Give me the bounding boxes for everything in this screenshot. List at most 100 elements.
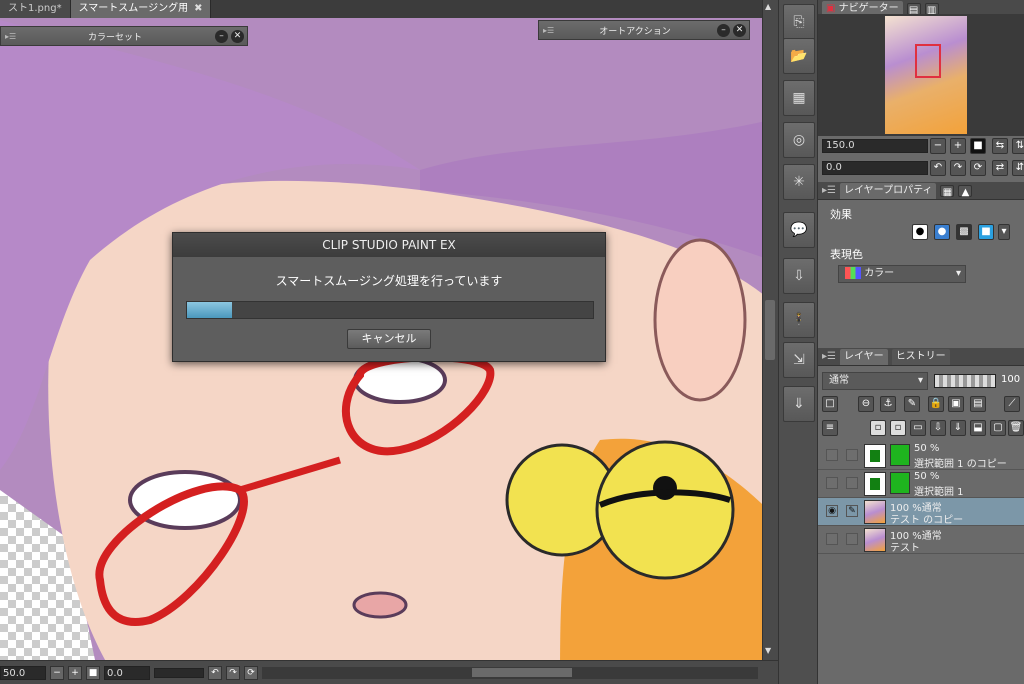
- effect-icon[interactable]: ✳: [783, 164, 815, 200]
- zoom-out-icon[interactable]: −: [930, 138, 946, 154]
- layer-color-icon[interactable]: ●: [934, 224, 950, 240]
- material-icon[interactable]: ⇓: [783, 386, 815, 422]
- visibility-toggle[interactable]: [826, 477, 838, 489]
- zoom-in-icon[interactable]: +: [68, 665, 82, 680]
- draft-icon[interactable]: ✎: [904, 396, 920, 412]
- tone-icon[interactable]: ▩: [956, 224, 972, 240]
- new-vector-layer-icon[interactable]: ▫: [890, 420, 906, 436]
- hscroll-thumb[interactable]: [472, 667, 572, 677]
- angle-field[interactable]: 0.0: [104, 665, 150, 680]
- zoom-in-icon[interactable]: +: [950, 138, 966, 154]
- new-folder-icon[interactable]: ▭: [910, 420, 926, 436]
- navigator-view-rect[interactable]: [915, 44, 941, 78]
- lock-toggle[interactable]: [846, 533, 858, 545]
- color-icon[interactable]: □: [822, 396, 838, 412]
- opacity-slider[interactable]: [934, 374, 996, 388]
- transfer-down-icon[interactable]: ⇩: [930, 420, 946, 436]
- scroll-up-icon[interactable]: ▲: [765, 2, 775, 12]
- flip-icon[interactable]: ⇄: [992, 160, 1008, 176]
- tool-property-icon[interactable]: ▦: [940, 184, 955, 198]
- lock-alpha-icon[interactable]: ▣: [948, 396, 964, 412]
- reset-rotation-icon[interactable]: ⟳: [244, 665, 258, 680]
- open-folder-icon[interactable]: 📂: [783, 38, 815, 74]
- rotate-right-icon[interactable]: ↷: [950, 160, 966, 176]
- layer-name: 選択範囲 1 のコピー: [914, 459, 1007, 470]
- panel-menu-icon[interactable]: ▸☰: [543, 26, 554, 35]
- flip-vertical-icon[interactable]: ⇅: [1012, 138, 1024, 154]
- minimize-icon[interactable]: –: [717, 23, 730, 37]
- angle-slider[interactable]: [154, 667, 204, 678]
- tab-test1-png[interactable]: スト1.png*: [0, 0, 71, 18]
- snap-icon[interactable]: ◎: [783, 122, 815, 158]
- navigator-preview[interactable]: [818, 14, 1024, 136]
- lock-icon[interactable]: 🔒: [928, 396, 944, 412]
- flip-horizontal-icon[interactable]: ⇆: [992, 138, 1008, 154]
- figure-icon[interactable]: 🕴: [783, 302, 815, 338]
- close-icon[interactable]: ✖: [194, 3, 202, 14]
- zoom-out-icon[interactable]: −: [50, 665, 64, 680]
- lock-toggle[interactable]: [846, 449, 858, 461]
- layer-row-selected[interactable]: ◉ ✎ 100 %通常 テスト のコピー: [818, 498, 1024, 526]
- export-icon[interactable]: ⇲: [783, 342, 815, 378]
- navigator-zoom-slider[interactable]: 150.0: [822, 139, 928, 153]
- mask-icon[interactable]: ▤: [970, 396, 986, 412]
- apply-mask-icon[interactable]: ▢: [990, 420, 1006, 436]
- layer-stack-icon[interactable]: ≡: [822, 420, 838, 436]
- color-mode-select[interactable]: カラー ▾: [838, 265, 966, 283]
- scroll-thumb[interactable]: [765, 300, 775, 360]
- delete-layer-icon[interactable]: 🗑: [1008, 420, 1024, 436]
- reset-rotation-icon[interactable]: ⟳: [970, 160, 986, 176]
- fit-icon[interactable]: ■: [970, 138, 986, 154]
- clip-icon[interactable]: ⊖: [858, 396, 874, 412]
- new-document-icon[interactable]: ⎘: [783, 4, 815, 40]
- close-icon[interactable]: ✕: [231, 29, 244, 43]
- flip-vert-icon[interactable]: ⇵: [1012, 160, 1024, 176]
- rotate-right-icon[interactable]: ↷: [226, 665, 240, 680]
- fit-icon[interactable]: ■: [86, 665, 100, 680]
- brush-icon[interactable]: ✎: [846, 505, 858, 517]
- layer-row[interactable]: 50 % 選択範囲 1 のコピー: [818, 442, 1024, 470]
- layer-row[interactable]: 100 %通常 テスト: [818, 526, 1024, 554]
- brush-size-icon[interactable]: ▲: [958, 184, 973, 198]
- new-raster-layer-icon[interactable]: ▫: [870, 420, 886, 436]
- cancel-button[interactable]: キャンセル: [347, 329, 431, 349]
- panel-title: カラーセット: [87, 32, 142, 43]
- ruler-icon[interactable]: ⟋: [1004, 396, 1020, 412]
- vertical-scrollbar[interactable]: ▲ ▼: [762, 0, 778, 660]
- lock-toggle[interactable]: [846, 477, 858, 489]
- blend-mode-select[interactable]: 通常 ▾: [822, 372, 928, 390]
- merge-down-icon[interactable]: ⇓: [950, 420, 966, 436]
- create-mask-icon[interactable]: ⬓: [970, 420, 986, 436]
- rotate-left-icon[interactable]: ↶: [930, 160, 946, 176]
- tab-history[interactable]: ヒストリー: [891, 348, 950, 365]
- tab-layer[interactable]: レイヤー: [839, 348, 888, 365]
- layer-row[interactable]: 50 % 選択範囲 1: [818, 470, 1024, 498]
- panel-menu-icon[interactable]: ▸☰: [822, 185, 836, 196]
- subview-icon[interactable]: ▤: [906, 2, 921, 16]
- tab-layer-property[interactable]: レイヤープロパティ: [839, 182, 937, 199]
- panel-menu-icon[interactable]: ▸☰: [5, 32, 16, 41]
- border-effect-icon[interactable]: ●: [912, 224, 928, 240]
- reference-icon[interactable]: ⚓: [880, 396, 896, 412]
- panel-menu-icon[interactable]: ▸☰: [822, 351, 836, 362]
- tab-smart-smoothing[interactable]: スマートスムージング用 ✖: [70, 0, 212, 18]
- color-set-panel[interactable]: ▸☰ カラーセット – ✕: [0, 26, 248, 46]
- rotate-left-icon[interactable]: ↶: [208, 665, 222, 680]
- scroll-down-icon[interactable]: ▼: [765, 646, 775, 656]
- info-icon[interactable]: ▥: [924, 2, 939, 16]
- minimize-icon[interactable]: –: [215, 29, 228, 43]
- balloon-icon[interactable]: 💬: [783, 212, 815, 248]
- horizontal-scrollbar[interactable]: [262, 666, 758, 679]
- auto-action-panel[interactable]: ▸☰ オートアクション – ✕: [538, 20, 750, 40]
- zoom-field[interactable]: 50.0: [0, 665, 46, 680]
- layer-template-icon[interactable]: ▦: [783, 80, 815, 116]
- navigator-angle-slider[interactable]: 0.0: [822, 161, 928, 175]
- eye-icon[interactable]: ◉: [826, 505, 838, 517]
- close-icon[interactable]: ✕: [733, 23, 746, 37]
- chevron-down-icon[interactable]: ▾: [998, 224, 1010, 240]
- visibility-toggle[interactable]: [826, 449, 838, 461]
- color-effect-icon[interactable]: ■: [978, 224, 994, 240]
- import-icon[interactable]: ⇩: [783, 258, 815, 294]
- layer-opacity: 50 %: [914, 471, 940, 482]
- visibility-toggle[interactable]: [826, 533, 838, 545]
